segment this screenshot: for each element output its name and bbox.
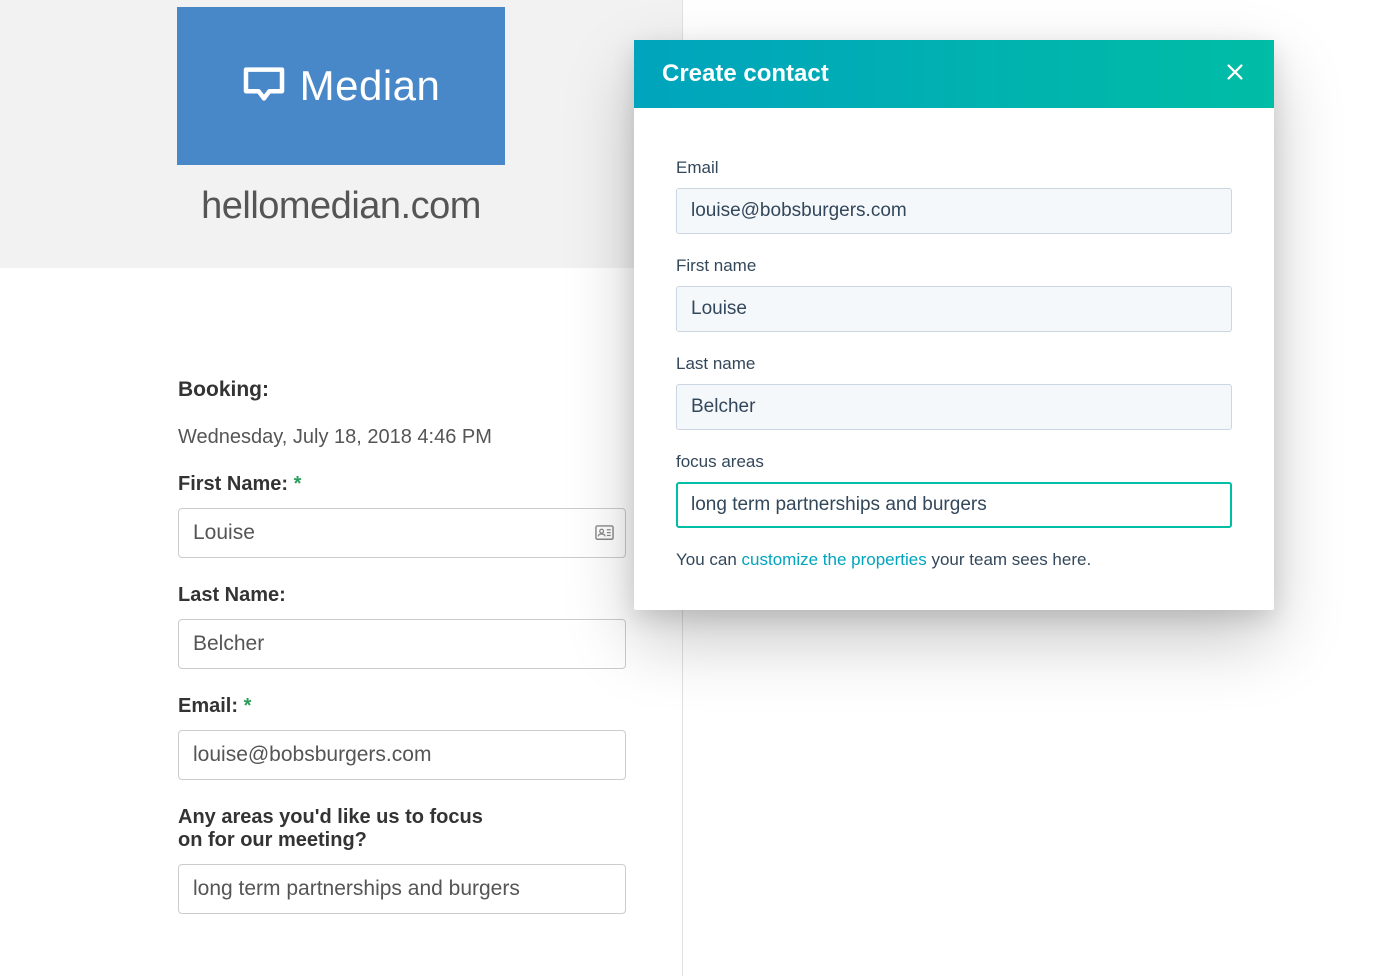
modal-last-name-label: Last name: [676, 354, 1232, 374]
required-marker: *: [294, 473, 302, 495]
close-icon: [1224, 61, 1246, 88]
modal-email-input[interactable]: [676, 188, 1232, 234]
booking-datetime: Wednesday, July 18, 2018 4:46 PM: [178, 426, 504, 449]
last-name-label: Last Name:: [178, 584, 504, 607]
modal-body: Email First name Last name focus areas Y…: [634, 108, 1274, 610]
modal-first-name-group: First name: [676, 256, 1232, 332]
modal-email-group: Email: [676, 158, 1232, 234]
brand-name: Median: [300, 62, 441, 110]
booking-form: Booking: Wednesday, July 18, 2018 4:46 P…: [0, 268, 682, 914]
header-section: Median hellomedian.com: [0, 0, 682, 268]
modal-focus-areas-input[interactable]: [676, 482, 1232, 528]
modal-footer-text: You can customize the properties your te…: [676, 550, 1232, 570]
modal-first-name-label: First name: [676, 256, 1232, 276]
first-name-label: First Name: *: [178, 473, 504, 496]
last-name-input[interactable]: [178, 619, 626, 669]
create-contact-modal: Create contact Email First name Last nam…: [634, 40, 1274, 610]
median-logo-icon: [242, 66, 286, 107]
required-marker: *: [244, 695, 252, 717]
modal-title: Create contact: [662, 60, 829, 88]
close-button[interactable]: [1224, 61, 1246, 88]
last-name-group: Last Name:: [178, 584, 504, 669]
first-name-group: First Name: *: [178, 473, 504, 558]
booking-panel: Median hellomedian.com Booking: Wednesda…: [0, 0, 683, 976]
focus-question-input[interactable]: [178, 864, 626, 914]
email-group: Email: *: [178, 695, 504, 780]
modal-first-name-input[interactable]: [676, 286, 1232, 332]
first-name-input[interactable]: [178, 508, 626, 558]
modal-header: Create contact: [634, 40, 1274, 108]
modal-focus-areas-group: focus areas: [676, 452, 1232, 528]
modal-email-label: Email: [676, 158, 1232, 178]
brand-logo-box: Median: [177, 7, 506, 165]
focus-question-label: Any areas you'd like us to focus on for …: [178, 806, 504, 852]
modal-last-name-input[interactable]: [676, 384, 1232, 430]
modal-last-name-group: Last name: [676, 354, 1232, 430]
booking-section-label: Booking:: [178, 378, 504, 402]
brand-url: hellomedian.com: [0, 185, 682, 228]
customize-properties-link[interactable]: customize the properties: [742, 550, 927, 569]
contact-card-icon: [595, 525, 614, 541]
email-label: Email: *: [178, 695, 504, 718]
focus-question-group: Any areas you'd like us to focus on for …: [178, 806, 504, 914]
email-input[interactable]: [178, 730, 626, 780]
modal-focus-areas-label: focus areas: [676, 452, 1232, 472]
